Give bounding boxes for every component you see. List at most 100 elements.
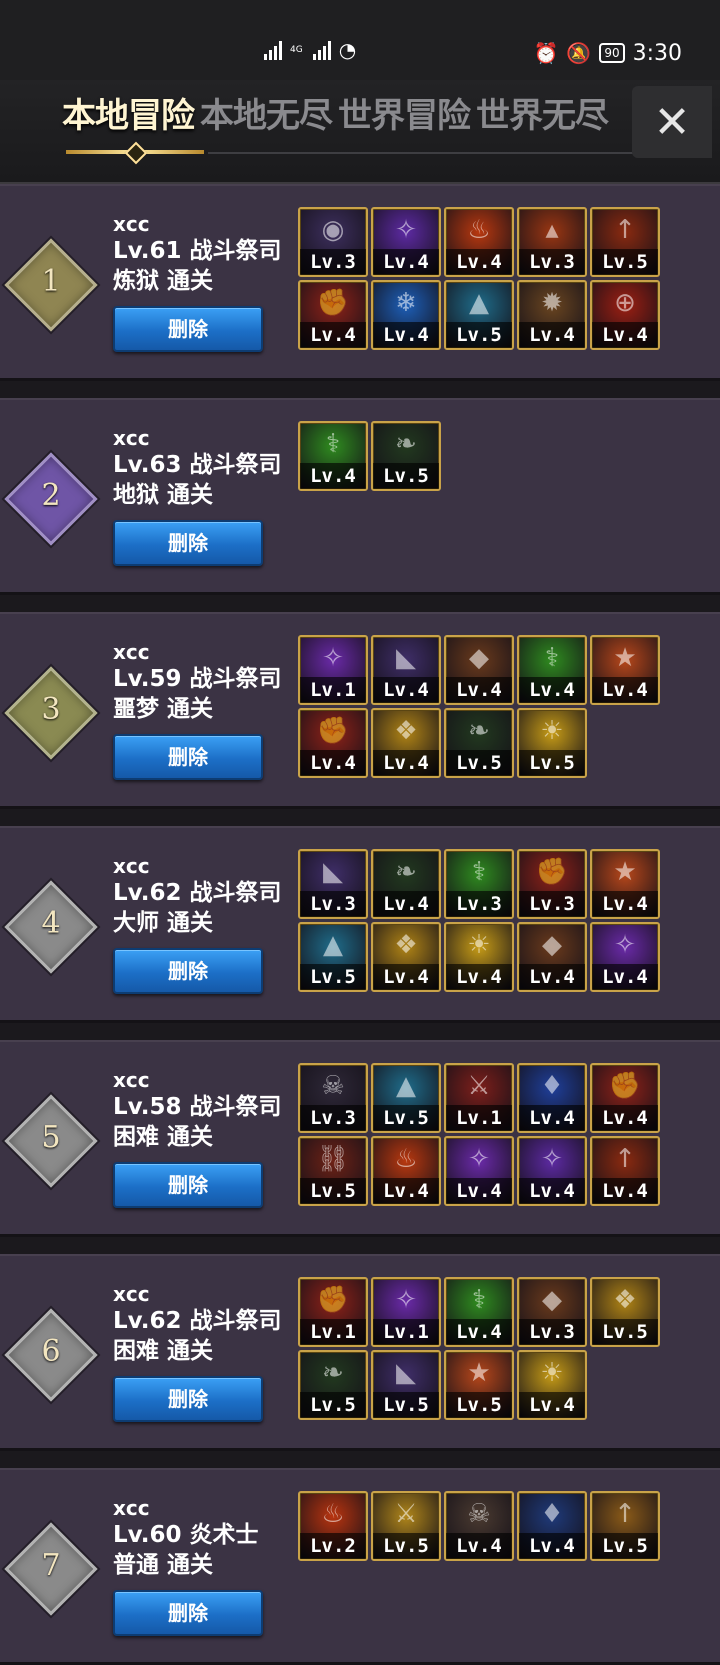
skill-slot[interactable]: ✊ Lv.4 <box>298 708 368 778</box>
skill-level: Lv.4 <box>592 1105 658 1131</box>
skill-slot[interactable]: ❄ Lv.4 <box>371 280 441 350</box>
network-type: 4G <box>290 44 303 55</box>
skill-slot[interactable]: ★ Lv.5 <box>444 1350 514 1420</box>
close-button[interactable]: ✕ <box>632 86 712 158</box>
player-level: Lv.61 <box>113 238 182 264</box>
skill-slot[interactable]: ♨ Lv.4 <box>371 1136 441 1206</box>
tab-world-adventure[interactable]: 世界冒险 <box>338 88 471 137</box>
skill-slot[interactable]: ❧ Lv.5 <box>371 421 441 491</box>
skill-slot[interactable]: ◣ Lv.5 <box>371 1350 441 1420</box>
record-row: 5 xcc Lv.58 战斗祭司 困难 通关 删除 ☠ Lv.3 ▲ Lv.5 ⚔ Lv.1 ♦ Lv.… <box>0 1040 720 1237</box>
delete-button[interactable]: 删除 <box>113 1162 263 1208</box>
clear-status: 通关 <box>167 1338 214 1364</box>
difficulty: 噩梦 <box>113 696 159 722</box>
skill-slot[interactable]: ⚕ Lv.4 <box>298 421 368 491</box>
skill-slot[interactable]: ❧ Lv.4 <box>371 849 441 919</box>
tab-rail <box>208 152 654 154</box>
skill-slot[interactable]: ♨ Lv.2 <box>298 1491 368 1561</box>
skill-slot[interactable]: ▲ Lv.5 <box>371 1063 441 1133</box>
skill-slot[interactable]: ❖ Lv.5 <box>590 1277 660 1347</box>
red-axe-icon: ⚔ <box>467 1071 491 1101</box>
delete-button[interactable]: 删除 <box>113 520 263 566</box>
player-name: xcc <box>113 1496 150 1520</box>
skill-slot[interactable]: ♦ Lv.4 <box>517 1063 587 1133</box>
skill-slot[interactable]: ★ Lv.4 <box>590 849 660 919</box>
skill-slot[interactable]: ✊ Lv.4 <box>590 1063 660 1133</box>
gold-wings-icon: ❖ <box>394 716 418 746</box>
skill-slot[interactable]: ✊ Lv.1 <box>298 1277 368 1347</box>
red-fist-icon: ✊ <box>316 716 350 746</box>
skill-slot[interactable]: ★ Lv.4 <box>590 635 660 705</box>
rank-number: 4 <box>41 906 61 941</box>
skill-slot[interactable]: ▲ Lv.5 <box>298 922 368 992</box>
record-row: 6 xcc Lv.62 战斗祭司 困难 通关 删除 ✊ Lv.1 ✧ Lv.1 ⚕ Lv.4 ◆ Lv.… <box>0 1254 720 1451</box>
skill-slot[interactable]: ▴ Lv.3 <box>517 207 587 277</box>
skill-slot[interactable]: ◣ Lv.4 <box>371 635 441 705</box>
skill-slot[interactable]: ☀ Lv.4 <box>444 922 514 992</box>
player-name: xcc <box>113 640 150 664</box>
delete-button[interactable]: 删除 <box>113 306 263 352</box>
skill-level: Lv.4 <box>373 1178 439 1204</box>
skill-slot[interactable]: ✧ Lv.4 <box>517 1136 587 1206</box>
record-row: 3 xcc Lv.59 战斗祭司 噩梦 通关 删除 ✧ Lv.1 ◣ Lv.4 ◆ Lv.4 ⚕ Lv.… <box>0 612 720 809</box>
skill-slot[interactable]: ✧ Lv.4 <box>444 1136 514 1206</box>
skill-level: Lv.4 <box>373 322 439 348</box>
skill-level: Lv.5 <box>446 322 512 348</box>
skill-slot[interactable]: ↑ Lv.4 <box>590 1136 660 1206</box>
skill-slot[interactable]: ✧ Lv.4 <box>371 207 441 277</box>
green-totem-icon: ⚕ <box>471 857 487 887</box>
skill-slot[interactable]: ❧ Lv.5 <box>298 1350 368 1420</box>
skill-slot[interactable]: ❖ Lv.4 <box>371 708 441 778</box>
skill-slot[interactable]: ◆ Lv.4 <box>517 922 587 992</box>
skill-slot[interactable]: ⚕ Lv.4 <box>444 1277 514 1347</box>
skill-slot[interactable]: ✹ Lv.4 <box>517 280 587 350</box>
skill-level: Lv.3 <box>519 249 585 275</box>
tab-local-adventure[interactable]: 本地冒险 <box>62 88 195 137</box>
skill-slot[interactable]: ✊ Lv.3 <box>517 849 587 919</box>
skill-level: Lv.5 <box>373 1392 439 1418</box>
skill-slot[interactable]: ◆ Lv.4 <box>444 635 514 705</box>
skill-slot[interactable]: ◆ Lv.3 <box>517 1277 587 1347</box>
skill-level: Lv.4 <box>519 677 585 703</box>
skill-slot[interactable]: ⊕ Lv.4 <box>590 280 660 350</box>
skill-slot[interactable]: ♨ Lv.4 <box>444 207 514 277</box>
skill-slot[interactable]: ◉ Lv.3 <box>298 207 368 277</box>
skill-slot[interactable]: ☠ Lv.4 <box>444 1491 514 1561</box>
skill-slot[interactable]: ⚕ Lv.3 <box>444 849 514 919</box>
rank-number: 3 <box>41 692 61 727</box>
skill-slot[interactable]: ✧ Lv.1 <box>298 635 368 705</box>
skill-slot[interactable]: ⚔ Lv.1 <box>444 1063 514 1133</box>
alarm-icon: ⏰ <box>533 41 559 65</box>
skill-slot[interactable]: ❧ Lv.5 <box>444 708 514 778</box>
delete-button[interactable]: 删除 <box>113 948 263 994</box>
clear-status: 通关 <box>167 1552 214 1578</box>
rank-number: 2 <box>41 478 61 513</box>
skill-slot[interactable]: ♦ Lv.4 <box>517 1491 587 1561</box>
skill-slot[interactable]: ❖ Lv.4 <box>371 922 441 992</box>
skill-slot[interactable]: ☀ Lv.4 <box>517 1350 587 1420</box>
skill-slot[interactable]: ☠ Lv.3 <box>298 1063 368 1133</box>
skill-slot[interactable]: ⚕ Lv.4 <box>517 635 587 705</box>
skill-slot[interactable]: ↑ Lv.5 <box>590 207 660 277</box>
delete-button[interactable]: 删除 <box>113 734 263 780</box>
skill-slot[interactable]: ✧ Lv.1 <box>371 1277 441 1347</box>
skill-level: Lv.3 <box>446 891 512 917</box>
skill-slot[interactable]: ☀ Lv.5 <box>517 708 587 778</box>
skill-level: Lv.3 <box>300 891 366 917</box>
vines-icon: ❧ <box>468 716 490 746</box>
tab-local-endless[interactable]: 本地无尽 <box>200 88 333 137</box>
skill-level: Lv.1 <box>446 1105 512 1131</box>
skill-slot[interactable]: ⚔ Lv.5 <box>371 1491 441 1561</box>
delete-button[interactable]: 删除 <box>113 1376 263 1422</box>
skill-slot[interactable]: ✊ Lv.4 <box>298 280 368 350</box>
skill-slot[interactable]: ▲ Lv.5 <box>444 280 514 350</box>
delete-button[interactable]: 删除 <box>113 1590 263 1636</box>
bronze-shield-icon: ◆ <box>469 643 489 673</box>
skill-slot[interactable]: ◣ Lv.3 <box>298 849 368 919</box>
player-name: xcc <box>113 854 150 878</box>
skill-slot[interactable]: ⛓ Lv.5 <box>298 1136 368 1206</box>
holy-light-icon: ☀ <box>540 716 564 746</box>
skill-slot[interactable]: ✧ Lv.4 <box>590 922 660 992</box>
tab-world-endless[interactable]: 世界无尽 <box>476 88 609 137</box>
skill-slot[interactable]: ↑ Lv.5 <box>590 1491 660 1561</box>
